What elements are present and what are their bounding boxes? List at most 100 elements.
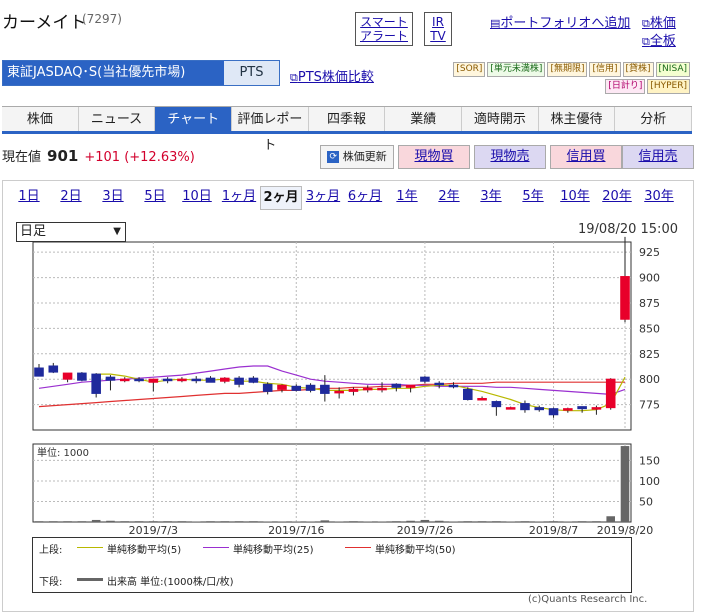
volume-bar [249,521,258,522]
y-tick-label: 900 [639,272,660,285]
legend-lower: 下段: [39,577,63,588]
candle-body [177,378,187,382]
volume-bar [77,521,87,522]
volume-bar [520,521,530,522]
volume-bar [434,520,444,522]
data-credit: (c)Quants Research Inc. [528,594,648,605]
x-tick-label: 2019/8/7 [529,524,578,537]
candle-body [248,377,259,383]
ma50-line [38,381,625,408]
volume-bar [177,521,187,522]
volume-unit-label: 単位: 1000 [37,446,89,459]
chart-legend: 上段: 単純移動平均(5) 単純移動平均(25) 単純移動平均(50) 下段: … [32,537,632,593]
x-tick-label: 2019/7/26 [397,524,453,537]
candlestick-chart: 775 800 825 850 875 900 925 50 100 150 単位: 1000 201… [32,236,660,537]
candle-body [134,378,144,382]
x-tick-label: 2019/7/3 [129,524,178,537]
volume-tick-label: 100 [639,475,660,488]
x-tick-label: 2019/7/16 [268,524,324,537]
candle-body [91,373,101,394]
candle-body [205,377,216,383]
candle-body [334,390,344,394]
candle-body [477,397,487,401]
y-tick-label: 775 [639,399,660,412]
candle-body [362,387,373,391]
candle-body [277,384,287,390]
volume-bar [163,521,172,522]
volume-tick-label: 150 [639,454,660,467]
volume-bar [63,521,72,522]
volume-bars [34,446,630,522]
ma50-swatch [345,547,371,548]
volume-bar [406,520,415,522]
volume-bar [592,521,601,522]
volume-bar [106,520,115,522]
volume-bar [606,516,615,522]
candle-body [62,372,73,380]
candle-body [605,378,616,409]
volume-bar [134,521,144,522]
price-panel-frame [32,241,632,431]
candle-body [391,383,402,388]
volume-bar [206,521,215,522]
volume-bar [477,521,487,522]
candle-body [534,407,545,411]
ma5-swatch [77,547,103,548]
moving-average-lines [38,365,626,412]
candle-body [291,385,302,391]
candle-body [105,376,116,381]
volume-bar [49,521,58,522]
volume-bar [492,521,501,522]
candle-body [505,407,516,410]
candle-body [348,388,359,392]
volume-bar [220,521,230,522]
candle-body [405,384,416,388]
candle-body [119,378,130,382]
volume-bar [392,521,401,522]
volume-tick-label: 50 [639,495,653,508]
volume-bar [577,521,587,522]
volume-swatch [77,578,103,581]
candle-body [162,378,173,382]
candle-body [462,388,473,401]
candle-body [548,408,559,416]
y-tick-label: 850 [639,322,660,335]
volume-bar [549,521,558,522]
candle-body [191,378,202,382]
candle-body [262,383,273,392]
candle-body [320,384,330,394]
candle-body [591,407,602,410]
candle-body [434,382,444,386]
volume-bar [34,521,44,522]
candle-body [420,376,430,382]
candle-body [377,387,387,391]
legend-ma25: 単純移動平均(25) [233,545,314,556]
candle-body [520,403,530,411]
legend-upper: 上段: [39,545,63,556]
candle-body [491,401,502,408]
ma25-swatch [203,547,229,548]
y-tick-label: 925 [639,246,660,259]
volume-bar [420,519,430,522]
candle-body [448,384,459,388]
volume-bar [463,521,473,522]
candle-body [620,276,630,320]
y-tick-label: 800 [639,373,660,386]
candle-body [563,408,573,411]
volume-bar [320,520,330,522]
x-tick-label: 2019/8/20 [597,524,653,537]
volume-panel-frame [32,443,632,523]
candle-body [305,384,316,391]
legend-ma5: 単純移動平均(5) [107,545,182,556]
volume-bar [349,521,358,522]
volume-bar [120,521,130,522]
candle-body [220,377,230,382]
legend-ma50: 単純移動平均(50) [375,545,456,556]
volume-bar [91,519,101,522]
volume-bar [620,446,630,522]
candle-body [148,378,159,383]
candle-body [34,367,44,377]
candle-body [234,377,244,385]
candle-body [577,406,587,410]
candle-body [48,365,59,373]
